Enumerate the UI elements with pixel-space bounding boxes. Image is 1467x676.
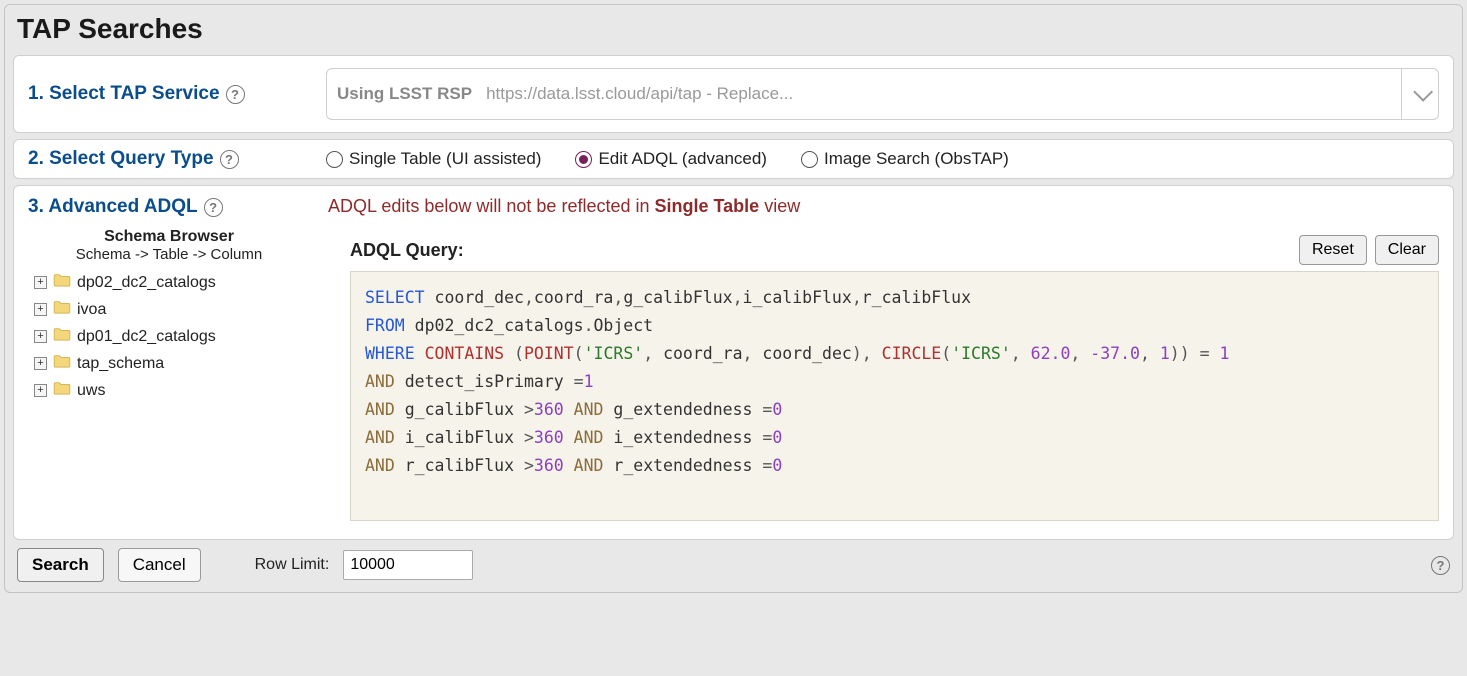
schema-name: dp02_dc2_catalogs: [77, 274, 216, 292]
schema-name: ivoa: [77, 301, 106, 319]
radio-icon: [326, 151, 343, 168]
folder-icon: [53, 381, 71, 400]
reset-button[interactable]: Reset: [1299, 235, 1367, 265]
schema-browser-path: Schema -> Table -> Column: [28, 246, 310, 263]
tap-search-panel: TAP Searches 1. Select TAP Service ? Usi…: [4, 4, 1463, 593]
step3-label: 3. Advanced ADQL ?: [28, 196, 310, 218]
schema-tree: + dp02_dc2_catalogs + ivoa + dp01_dc2_catalog…: [34, 269, 310, 404]
schema-name: tap_schema: [77, 355, 164, 373]
step2-section: 2. Select Query Type ? Single Table (UI …: [13, 139, 1454, 179]
row-limit-input[interactable]: [343, 550, 473, 580]
radio-single-table[interactable]: Single Table (UI assisted): [326, 149, 541, 169]
folder-icon: [53, 354, 71, 373]
help-icon[interactable]: ?: [226, 85, 245, 104]
radio-icon: [801, 151, 818, 168]
radio-edit-adql[interactable]: Edit ADQL (advanced): [575, 149, 767, 169]
help-icon[interactable]: ?: [1431, 556, 1450, 575]
adql-query-editor[interactable]: SELECT coord_dec,coord_ra,g_calibFlux,i_…: [350, 271, 1439, 521]
expand-icon[interactable]: +: [34, 357, 47, 370]
schema-tree-item[interactable]: + dp01_dc2_catalogs: [34, 323, 310, 350]
tap-service-name: Using LSST RSP: [337, 84, 472, 104]
schema-tree-item[interactable]: + ivoa: [34, 296, 310, 323]
step3-section: 3. Advanced ADQL ? Schema Browser Schema…: [13, 185, 1454, 540]
radio-image-search[interactable]: Image Search (ObsTAP): [801, 149, 1009, 169]
help-icon[interactable]: ?: [204, 198, 223, 217]
query-type-radios: Single Table (UI assisted) Edit ADQL (ad…: [326, 149, 1009, 169]
schema-name: uws: [77, 382, 105, 400]
folder-icon: [53, 300, 71, 319]
expand-icon[interactable]: +: [34, 330, 47, 343]
adql-warning: ADQL edits below will not be reflected i…: [328, 196, 1439, 217]
tap-service-select[interactable]: Using LSST RSP https://data.lsst.cloud/a…: [326, 68, 1439, 120]
schema-browser-title: Schema Browser: [28, 228, 310, 246]
adql-query-label: ADQL Query:: [350, 240, 464, 261]
expand-icon[interactable]: +: [34, 276, 47, 289]
expand-icon[interactable]: +: [34, 384, 47, 397]
help-icon[interactable]: ?: [220, 150, 239, 169]
schema-tree-item[interactable]: + uws: [34, 377, 310, 404]
folder-icon: [53, 327, 71, 346]
folder-icon: [53, 273, 71, 292]
expand-icon[interactable]: +: [34, 303, 47, 316]
radio-icon: [575, 151, 592, 168]
cancel-button[interactable]: Cancel: [118, 548, 201, 582]
step1-label: 1. Select TAP Service ?: [28, 83, 308, 105]
bottom-bar: Search Cancel Row Limit: ?: [13, 540, 1454, 584]
schema-tree-item[interactable]: + dp02_dc2_catalogs: [34, 269, 310, 296]
clear-button[interactable]: Clear: [1375, 235, 1439, 265]
row-limit-label: Row Limit:: [255, 556, 330, 574]
tap-service-url: https://data.lsst.cloud/api/tap - Replac…: [486, 84, 793, 104]
schema-name: dp01_dc2_catalogs: [77, 328, 216, 346]
schema-tree-item[interactable]: + tap_schema: [34, 350, 310, 377]
page-title: TAP Searches: [17, 13, 1454, 45]
step2-label: 2. Select Query Type ?: [28, 148, 308, 170]
chevron-down-icon[interactable]: [1401, 69, 1428, 119]
search-button[interactable]: Search: [17, 548, 104, 582]
step1-section: 1. Select TAP Service ? Using LSST RSP h…: [13, 55, 1454, 133]
